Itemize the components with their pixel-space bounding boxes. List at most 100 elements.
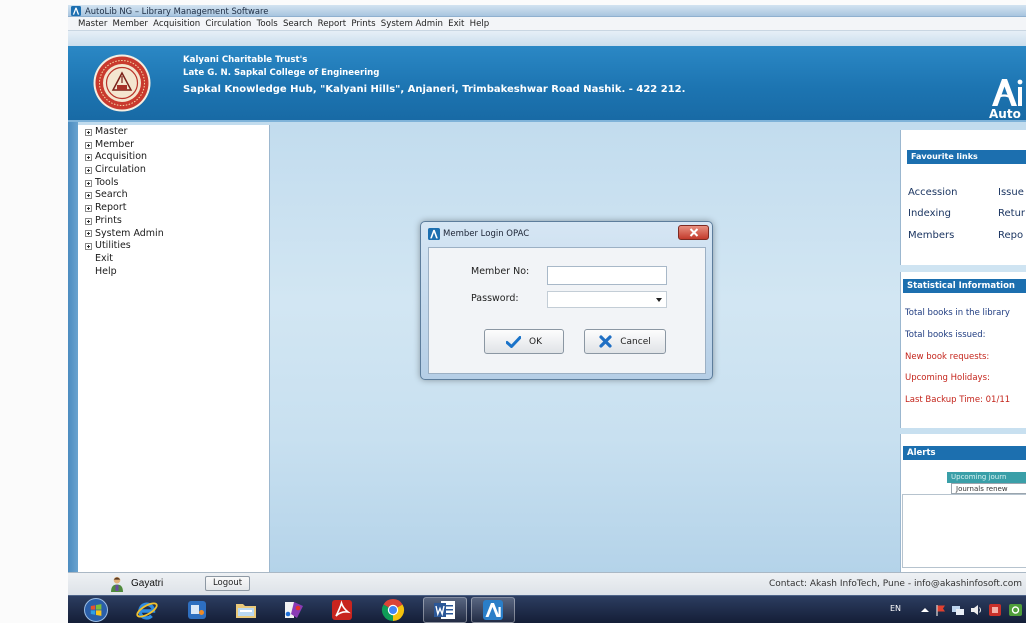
- tree-item-tools[interactable]: Tools: [85, 177, 269, 190]
- expand-icon[interactable]: [85, 166, 92, 174]
- brand-name: Auto: [989, 107, 1021, 121]
- menu-prints[interactable]: Prints: [351, 19, 375, 29]
- screen: AutoLib NG – Library Management Software…: [68, 5, 1026, 623]
- autolib-logo: [992, 79, 1023, 106]
- taskbar-word[interactable]: [423, 597, 467, 623]
- tree-item-circulation[interactable]: Circulation: [85, 164, 269, 177]
- link-accession[interactable]: Accession: [908, 187, 957, 199]
- start-button[interactable]: [84, 598, 108, 622]
- tree-item-utilities[interactable]: Utilities: [85, 240, 269, 253]
- tree-item-exit[interactable]: Exit: [85, 253, 269, 266]
- file-explorer-icon: [236, 604, 256, 618]
- link-members[interactable]: Members: [908, 230, 954, 242]
- autolib-app-icon: [71, 5, 81, 16]
- expand-icon[interactable]: [85, 141, 92, 149]
- show-hidden-icons-arrow[interactable]: [918, 603, 932, 617]
- taskbar-chrome[interactable]: [371, 597, 415, 623]
- tree-item-label: Member: [95, 138, 135, 150]
- tree-item-prints[interactable]: Prints: [85, 215, 269, 228]
- member-no-input[interactable]: [547, 266, 667, 285]
- menu-tools[interactable]: Tools: [257, 19, 278, 29]
- action-center-flag-icon[interactable]: [934, 603, 948, 617]
- internet-explorer-icon: [136, 602, 158, 620]
- toolbar-band: [68, 31, 1026, 46]
- college-emblem-logo: [93, 54, 151, 112]
- expand-icon[interactable]: [85, 128, 92, 136]
- tree-item-label: Master: [95, 126, 128, 137]
- expand-icon[interactable]: [85, 217, 92, 225]
- menu-help[interactable]: Help: [470, 19, 490, 29]
- menu-acquisition[interactable]: Acquisition: [153, 19, 200, 29]
- tree-item-label: Tools: [95, 176, 119, 188]
- expand-icon[interactable]: [85, 230, 92, 238]
- tree-item-report[interactable]: Report: [85, 202, 269, 215]
- taskbar-paint[interactable]: [272, 597, 316, 623]
- ok-button[interactable]: OK: [484, 329, 564, 354]
- stat-upcoming-holidays: Upcoming Holidays:: [905, 373, 990, 383]
- status-bar: Gayatri Logout Contact: Akash InfoTech, …: [68, 572, 1026, 595]
- tray-app-icon[interactable]: [988, 603, 1002, 617]
- close-icon: [689, 228, 698, 237]
- tree-item-acquisition[interactable]: Acquisition: [85, 151, 269, 164]
- window-title: AutoLib NG – Library Management Software: [85, 5, 269, 16]
- link-issue[interactable]: Issue: [998, 187, 1024, 199]
- chevron-down-icon[interactable]: [656, 297, 662, 302]
- link-report[interactable]: Repo: [998, 230, 1023, 242]
- menu-circulation[interactable]: Circulation: [205, 19, 251, 29]
- tree-item-member[interactable]: Member: [85, 139, 269, 152]
- tree-item-master[interactable]: Master: [85, 126, 269, 139]
- expand-icon[interactable]: [85, 179, 92, 187]
- window-title-bar: AutoLib NG – Library Management Software: [68, 5, 1026, 17]
- tree-item-label: Report: [95, 202, 127, 214]
- tray-green-icon[interactable]: [1008, 603, 1022, 617]
- expand-icon[interactable]: [85, 154, 92, 162]
- expand-icon[interactable]: [85, 192, 92, 200]
- expand-icon[interactable]: [85, 243, 92, 251]
- cancel-x-icon: [599, 335, 612, 348]
- logged-in-user: Gayatri: [131, 578, 164, 589]
- taskbar-media-player[interactable]: [175, 597, 219, 623]
- network-icon[interactable]: [951, 603, 965, 617]
- tree-item-search[interactable]: Search: [85, 189, 269, 202]
- member-login-dialog: Member Login OPAC Member No: Password: O…: [420, 221, 713, 380]
- adobe-reader-icon: [332, 600, 352, 620]
- cancel-label: Cancel: [620, 336, 651, 347]
- institution-header: Kalyani Charitable Trust's Late G. N. Sa…: [68, 46, 1026, 122]
- taskbar-autolib[interactable]: [471, 597, 515, 623]
- logout-button[interactable]: Logout: [205, 576, 250, 591]
- alert-tab-journals-renewal[interactable]: Journals renew: [951, 483, 1026, 494]
- menu-report[interactable]: Report: [318, 19, 347, 29]
- close-button[interactable]: [678, 225, 709, 240]
- tree-item-label: Exit: [95, 252, 113, 264]
- statistics-panel: Statistical Information Total books in t…: [900, 272, 1026, 428]
- tree-item-help[interactable]: Help: [85, 266, 269, 279]
- menu-exit[interactable]: Exit: [448, 19, 464, 29]
- tree-item-system-admin[interactable]: System Admin: [85, 228, 269, 241]
- menu-master[interactable]: Master: [78, 19, 107, 29]
- taskbar-internet-explorer[interactable]: [125, 597, 169, 623]
- taskbar-file-explorer[interactable]: [224, 597, 268, 623]
- tree-item-label: System Admin: [95, 227, 164, 239]
- menu-search[interactable]: Search: [283, 19, 313, 29]
- link-return[interactable]: Retur: [998, 208, 1025, 220]
- password-combobox[interactable]: [547, 291, 667, 308]
- stat-total-books: Total books in the library: [905, 308, 1010, 318]
- volume-icon[interactable]: [969, 603, 983, 617]
- alerts-title: Alerts: [903, 446, 1026, 460]
- media-player-icon: [188, 601, 206, 619]
- menu-member[interactable]: Member: [113, 19, 148, 29]
- left-edge-strip: [68, 122, 78, 572]
- link-indexing[interactable]: Indexing: [908, 208, 951, 220]
- menu-system-admin[interactable]: System Admin: [381, 19, 443, 29]
- autolib-app-icon: [428, 228, 440, 240]
- input-language[interactable]: EN: [890, 604, 901, 613]
- tree-item-label: Help: [95, 265, 117, 277]
- paint-icon: [285, 602, 303, 618]
- expand-icon[interactable]: [85, 204, 92, 212]
- alert-tab-upcoming-journals[interactable]: Upcoming journ: [947, 472, 1026, 483]
- cancel-button[interactable]: Cancel: [584, 329, 666, 354]
- taskbar-adobe-reader[interactable]: [320, 597, 364, 623]
- checkmark-icon: [506, 335, 521, 348]
- chrome-icon: [381, 598, 405, 621]
- alerts-panel: Alerts Upcoming journ Journals renew: [900, 434, 1026, 572]
